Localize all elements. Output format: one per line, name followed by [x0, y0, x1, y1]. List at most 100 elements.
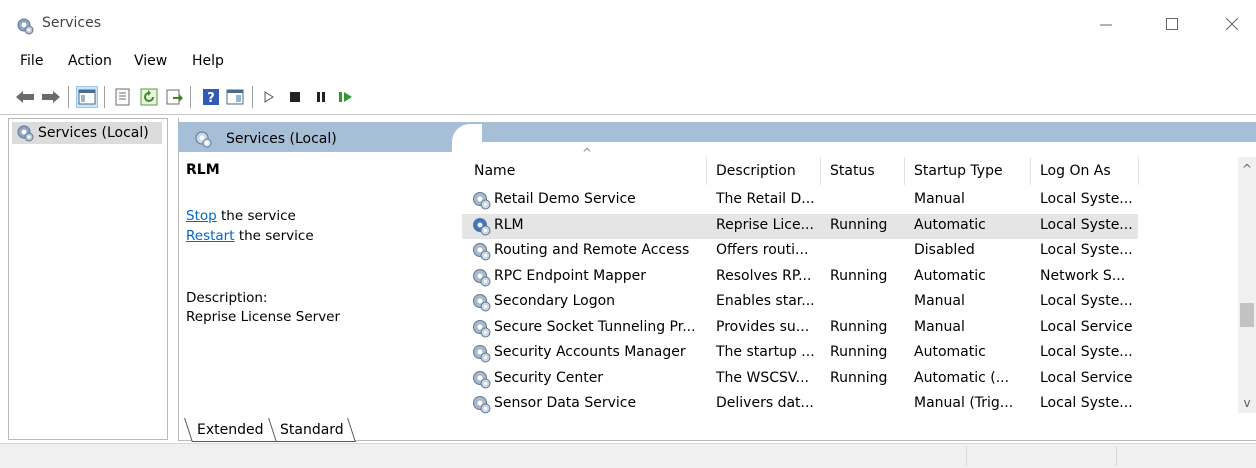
- cell-status: Running: [830, 217, 888, 233]
- back-button[interactable]: [14, 86, 36, 108]
- column-divider[interactable]: [1138, 157, 1139, 185]
- cell-log-on-as: Local Service: [1040, 319, 1133, 335]
- service-gear-icon: [473, 320, 491, 338]
- cell-log-on-as: Local Syste...: [1040, 242, 1133, 258]
- cell-name: Security Center: [494, 370, 604, 386]
- cell-status: Running: [830, 319, 888, 335]
- cell-status: Running: [830, 268, 888, 284]
- column-divider[interactable]: [904, 157, 905, 185]
- start-service-button[interactable]: [258, 86, 280, 108]
- tab-standard-label: Standard: [279, 421, 344, 438]
- column-header-status[interactable]: Status: [830, 163, 875, 179]
- resume-service-icon: [339, 92, 352, 102]
- sort-ascending-icon: ^: [582, 146, 593, 160]
- cell-log-on-as: Local Syste...: [1040, 293, 1133, 309]
- cell-startup-type: Manual: [914, 319, 965, 335]
- cell-startup-type: Manual (Trig...: [914, 395, 1014, 411]
- menu-help[interactable]: Help: [192, 53, 224, 69]
- service-gear-icon: [473, 218, 491, 236]
- scroll-down-arrow-icon[interactable]: v: [1238, 394, 1256, 412]
- cell-startup-type: Manual: [914, 293, 965, 309]
- cell-description: Enables star...: [716, 293, 815, 309]
- pane-title: Services (Local): [226, 131, 337, 147]
- cell-description: Offers routi...: [716, 242, 809, 258]
- tab-standard[interactable]: Standard: [268, 418, 356, 442]
- forward-arrow-icon: [42, 91, 60, 103]
- properties-button[interactable]: [112, 86, 134, 108]
- scroll-thumb[interactable]: [1240, 303, 1254, 327]
- cell-name: Sensor Data Service: [494, 395, 637, 411]
- console-tree: [8, 118, 168, 440]
- cell-log-on-as: Local Service: [1040, 370, 1133, 386]
- cell-name: RPC Endpoint Mapper: [494, 268, 646, 284]
- tree-item-services-local[interactable]: Services (Local): [12, 122, 162, 144]
- export-list-button[interactable]: [164, 86, 186, 108]
- cell-name: RLM: [494, 217, 524, 233]
- tab-extended-label: Extended: [197, 421, 264, 438]
- toolbar-separator: [252, 86, 253, 108]
- cell-log-on-as: Local Syste...: [1040, 217, 1133, 233]
- tab-extended[interactable]: Extended: [184, 418, 276, 442]
- pane-header-gap: [452, 142, 1256, 156]
- resume-service-button[interactable]: [334, 86, 356, 108]
- cell-name: Security Accounts Manager: [494, 344, 686, 360]
- help-icon: ?: [203, 89, 219, 106]
- cell-description: The WSCSV...: [716, 370, 810, 386]
- maximize-button[interactable]: [1150, 10, 1194, 38]
- pause-service-button[interactable]: [310, 86, 332, 108]
- services-gear-icon: [17, 125, 34, 142]
- toolbar-border: [0, 114, 1256, 115]
- column-header-description[interactable]: Description: [716, 163, 796, 179]
- stop-service-button[interactable]: [284, 86, 306, 108]
- column-header-startup-type[interactable]: Startup Type: [914, 163, 1003, 179]
- maximize-icon: [1166, 18, 1178, 30]
- toolbar-separator: [68, 86, 69, 108]
- cell-description: The startup ...: [716, 344, 815, 360]
- vertical-scrollbar[interactable]: [1238, 157, 1256, 413]
- stop-service-suffix: the service: [216, 208, 296, 224]
- minimize-button[interactable]: [1084, 10, 1128, 38]
- menu-action[interactable]: Action: [68, 53, 112, 69]
- service-gear-icon: [473, 371, 491, 389]
- properties-icon: [115, 88, 130, 106]
- title-bar: [0, 0, 1256, 48]
- services-gear-icon: [195, 131, 212, 148]
- service-gear-icon: [473, 345, 491, 363]
- status-bar-divider: [966, 446, 967, 466]
- start-service-icon: [264, 91, 274, 103]
- selected-service-name: RLM: [186, 162, 220, 178]
- menu-view[interactable]: View: [134, 53, 167, 69]
- tree-item-label: Services (Local): [38, 125, 149, 141]
- menu-file[interactable]: File: [20, 53, 43, 69]
- toolbar: [0, 80, 1256, 113]
- column-header-name[interactable]: Name: [474, 163, 515, 179]
- cell-status: Running: [830, 344, 888, 360]
- stop-service-link[interactable]: Stop: [186, 208, 217, 224]
- column-divider[interactable]: [1030, 157, 1031, 185]
- console-tree-icon: [226, 89, 244, 105]
- column-header-log-on-as[interactable]: Log On As: [1040, 163, 1111, 179]
- column-divider[interactable]: [706, 157, 707, 185]
- description-label: Description:: [186, 290, 268, 306]
- pause-service-icon: [317, 92, 325, 102]
- restart-service-suffix: the service: [234, 228, 314, 244]
- cell-description: Resolves RP...: [716, 268, 812, 284]
- column-divider[interactable]: [820, 157, 821, 185]
- help-button[interactable]: ?: [200, 86, 222, 108]
- cell-startup-type: Disabled: [914, 242, 975, 258]
- close-button[interactable]: [1210, 10, 1254, 38]
- back-arrow-icon: [16, 91, 34, 103]
- forward-button[interactable]: [40, 86, 62, 108]
- description-text: Reprise License Server: [186, 309, 341, 325]
- show-hide-tree-button[interactable]: [76, 86, 98, 108]
- console-tree-button[interactable]: [224, 86, 246, 108]
- cell-description: Reprise Lice...: [716, 217, 814, 233]
- refresh-button[interactable]: [138, 86, 160, 108]
- service-gear-icon: [473, 243, 491, 261]
- restart-service-link[interactable]: Restart: [186, 228, 235, 244]
- toolbar-separator: [190, 86, 191, 108]
- scroll-up-arrow-icon[interactable]: ^: [1238, 160, 1256, 178]
- menu-bar: [0, 48, 1256, 78]
- refresh-icon: [140, 88, 158, 106]
- status-bar: [0, 443, 1256, 468]
